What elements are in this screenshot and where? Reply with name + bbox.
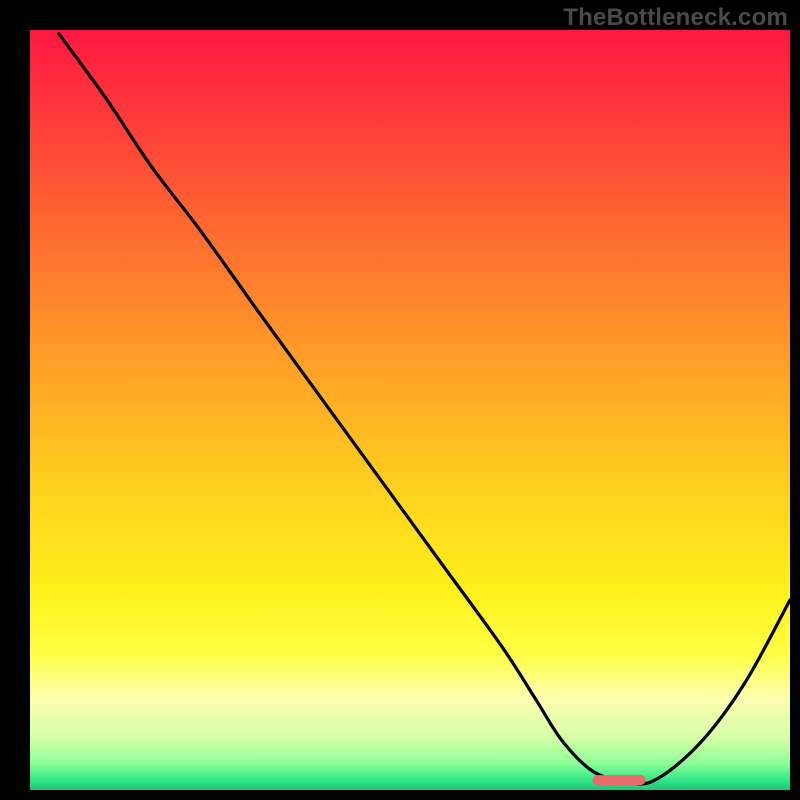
bottleneck-chart bbox=[0, 0, 800, 800]
optimal-range-marker bbox=[592, 775, 645, 785]
chart-container: TheBottleneck.com bbox=[0, 0, 800, 800]
watermark-text: TheBottleneck.com bbox=[563, 4, 788, 32]
plot-area bbox=[30, 30, 790, 790]
